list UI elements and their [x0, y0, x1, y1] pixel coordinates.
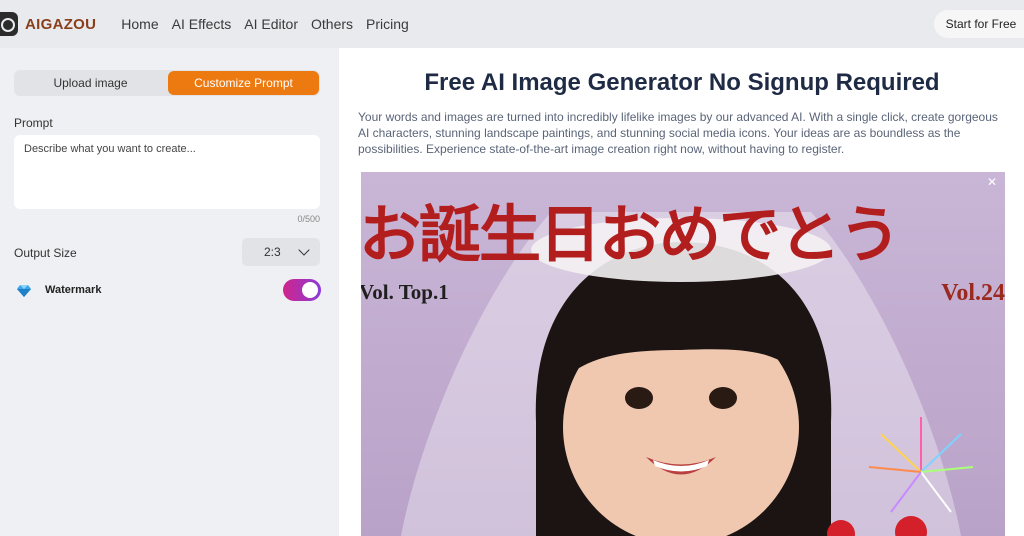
logo-icon [0, 12, 18, 36]
sample-image: お誕生日おめでとう Vol. Top.1 Vol.24 ✕ [361, 172, 1005, 536]
toggle-knob [302, 282, 318, 298]
output-size-select[interactable]: 2:3 [242, 238, 320, 266]
brand-name: AIGAZOU [25, 15, 97, 33]
mode-tabs: Upload image Customize Prompt [14, 70, 320, 96]
page-title: Free AI Image Generator No Signup Requir… [424, 69, 940, 96]
chevron-down-icon [298, 244, 310, 256]
nav-ai-editor[interactable]: AI Editor [244, 16, 298, 32]
page-description: Your words and images are turned into in… [358, 110, 998, 156]
prompt-label: Prompt [14, 116, 53, 130]
watermark-toggle[interactable] [283, 279, 321, 301]
close-icon[interactable]: ✕ [987, 175, 997, 189]
nav-pricing[interactable]: Pricing [366, 16, 409, 32]
gem-icon [17, 285, 31, 297]
output-size-label: Output Size [14, 246, 77, 260]
start-for-free-button[interactable]: Start for Free [934, 10, 1024, 38]
nav-home[interactable]: Home [121, 16, 158, 32]
main-nav: Home AI Effects AI Editor Others Pricing [121, 16, 422, 32]
image-headline: お誕生日おめでとう [361, 198, 901, 271]
brand-logo[interactable]: AIGAZOU [0, 12, 96, 36]
top-header: AIGAZOU Home AI Effects AI Editor Others… [0, 0, 1024, 48]
prompt-input[interactable] [14, 135, 320, 209]
image-vol-left: Vol. Top.1 [361, 280, 449, 304]
nav-ai-effects[interactable]: AI Effects [172, 16, 232, 32]
image-vol-right: Vol.24 [941, 280, 1005, 306]
nav-others[interactable]: Others [311, 16, 353, 32]
tab-upload-image[interactable]: Upload image [14, 70, 167, 96]
char-counter: 0/500 [297, 214, 320, 224]
generator-panel: Upload image Customize Prompt Prompt 0/5… [0, 48, 339, 536]
tab-customize-prompt[interactable]: Customize Prompt [168, 71, 319, 95]
output-size-value: 2:3 [264, 245, 281, 259]
watermark-label: Watermark [45, 284, 102, 296]
